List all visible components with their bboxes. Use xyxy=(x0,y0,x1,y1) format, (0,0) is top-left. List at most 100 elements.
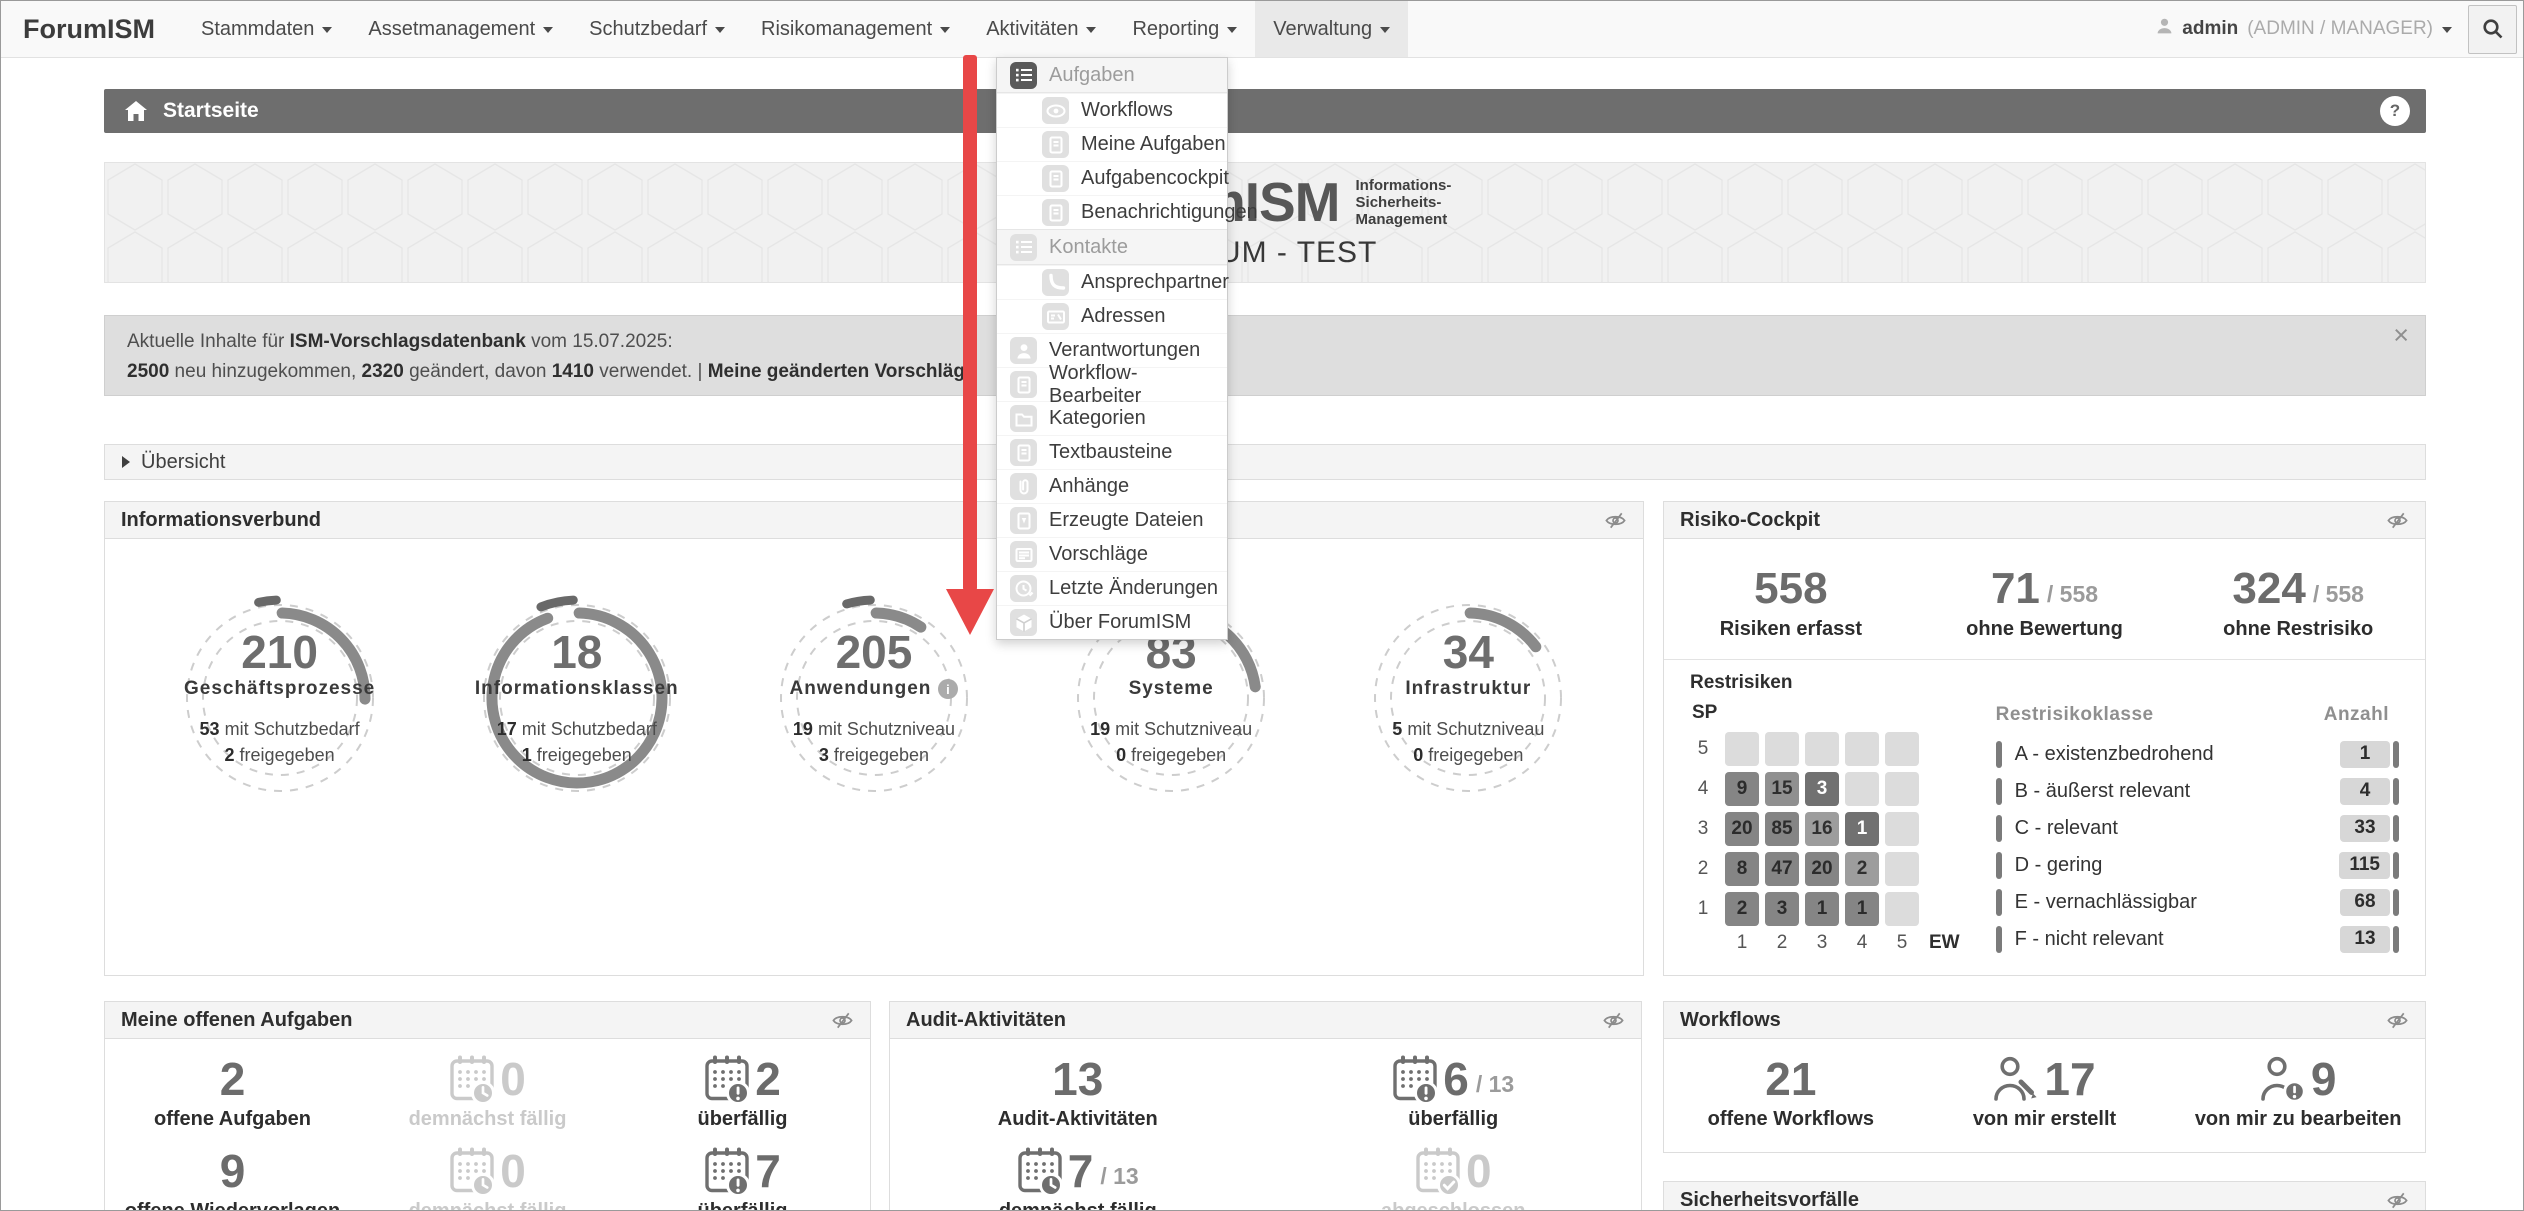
menu-item-textbausteine[interactable]: Textbausteine xyxy=(997,435,1227,469)
class-row-a-existenzbedrohend[interactable]: A - existenzbedrohend 1 xyxy=(1996,740,2399,768)
user-name: admin xyxy=(2182,18,2238,40)
caret-down-icon xyxy=(1086,27,1096,33)
stat-berf-llig: 7 überfällig xyxy=(615,1145,870,1211)
donut-subline: 0 freigegeben xyxy=(1413,742,1523,768)
stat-label: abgeschlossen xyxy=(1381,1200,1526,1211)
panel-title: Sicherheitsvorfälle xyxy=(1680,1189,1859,1211)
notice-line2: 2500 neu hinzugekommen, 2320 geändert, d… xyxy=(127,357,2403,387)
menu-item-ansprechpartner[interactable]: Ansprechpartner xyxy=(997,265,1227,299)
stat-label: demnächst fällig xyxy=(999,1200,1157,1211)
hide-panel-icon[interactable] xyxy=(1602,1009,1625,1032)
menu-item-anh-nge[interactable]: Anhänge xyxy=(997,469,1227,503)
stat-label: offene Workflows xyxy=(1708,1108,1874,1131)
cal-clock-icon xyxy=(449,1146,495,1197)
donut-informationsklassen: 18 Informationsklassen 17 mit Schutzbeda… xyxy=(474,595,680,801)
menu-item-benachrichtigungen[interactable]: Benachrichtigungen xyxy=(997,195,1227,229)
matrix-x-tick: 1 xyxy=(1725,932,1759,954)
audit-stats: 13 Audit-Aktivitäten 6 / 13 überfällig 7… xyxy=(890,1039,1641,1211)
restrisiken-label: Restrisiken xyxy=(1664,660,2425,694)
menu-item-meine-aufgaben[interactable]: Meine Aufgaben xyxy=(997,127,1227,161)
class-row-f-nicht-relevant[interactable]: F - nicht relevant 13 xyxy=(1996,925,2399,953)
risk-stats: 558 Risiken erfasst 71 / 558 ohne Bewert… xyxy=(1664,539,2425,641)
nav-item-label: Reporting xyxy=(1132,18,1219,41)
menu-item-label: Kategorien xyxy=(1049,407,1146,430)
row-cap xyxy=(1996,815,2002,842)
close-icon[interactable]: × xyxy=(2393,320,2409,350)
risk-matrix-cell xyxy=(1845,772,1879,806)
menu-item-letzte-nderungen[interactable]: Letzte Änderungen xyxy=(997,571,1227,605)
menu-item-adressen[interactable]: Adressen xyxy=(997,299,1227,333)
brand-logo[interactable]: ForumISM xyxy=(1,14,183,45)
hide-panel-icon[interactable] xyxy=(1604,509,1627,532)
menu-item-workflows[interactable]: Workflows xyxy=(997,93,1227,127)
risk-matrix-cell xyxy=(1885,892,1919,926)
help-button[interactable]: ? xyxy=(2380,96,2410,126)
class-label: D - gering xyxy=(2015,854,2103,877)
menu-section-kontakte: Kontakte xyxy=(997,229,1227,265)
donut-label: Systeme xyxy=(1129,678,1214,700)
eye-slash-icon xyxy=(831,1009,854,1032)
info-icon[interactable]: i xyxy=(938,679,958,699)
nav-item-schutzbedarf[interactable]: Schutzbedarf xyxy=(571,1,743,57)
hide-panel-icon[interactable] xyxy=(2386,509,2409,532)
verwaltung-dropdown-menu: Aufgaben Workflows Meine Aufgaben Aufgab… xyxy=(996,57,1228,640)
donut-value: 205 xyxy=(836,628,913,676)
cal-alert-icon xyxy=(1392,1054,1438,1105)
nav-item-reporting[interactable]: Reporting xyxy=(1114,1,1255,57)
person-icon xyxy=(1010,337,1037,364)
risk-matrix-cell: 3 xyxy=(1805,772,1839,806)
menu-item-vorschl-ge[interactable]: Vorschläge xyxy=(997,537,1227,571)
risk-matrix-cell: 2 xyxy=(1725,892,1759,926)
search-button[interactable] xyxy=(2468,5,2517,54)
donut-gesch-ftsprozesse: 210 Geschäftsprozesse 53 mit Schutzbedar… xyxy=(177,595,383,801)
stat-label: überfällig xyxy=(1408,1108,1498,1131)
class-row-b-u-erst-relevant[interactable]: B - äußerst relevant 4 xyxy=(1996,777,2399,805)
stat-value: 21 xyxy=(1765,1053,1816,1105)
donut-subline: 19 mit Schutzniveau xyxy=(793,716,955,742)
hide-panel-icon[interactable] xyxy=(831,1009,854,1032)
document-icon xyxy=(1010,439,1037,466)
restrisikoklasse-table: Restrisikoklasse Anzahl A - existenzbedr… xyxy=(1996,700,2399,962)
menu-item-workflow-bearbeiter[interactable]: Workflow-Bearbeiter xyxy=(997,367,1227,401)
topbar-right: admin (ADMIN / MANAGER) xyxy=(2156,5,2523,54)
nav-item-aktivit-ten[interactable]: Aktivitäten xyxy=(968,1,1114,57)
menu-item-aufgabencockpit[interactable]: Aufgabencockpit xyxy=(997,161,1227,195)
class-row-d-gering[interactable]: D - gering 115 xyxy=(1996,851,2399,879)
home-icon[interactable] xyxy=(124,100,148,122)
donut-label: Informationsklassen xyxy=(475,678,679,700)
menu-item-label: Workflows xyxy=(1081,99,1173,122)
hide-panel-icon[interactable] xyxy=(2386,1189,2409,1211)
class-row-c-relevant[interactable]: C - relevant 33 xyxy=(1996,814,2399,842)
stat-label: demnächst fällig xyxy=(409,1200,567,1211)
nav-item-risikomanagement[interactable]: Risikomanagement xyxy=(743,1,968,57)
nav-item-verwaltung[interactable]: Verwaltung xyxy=(1255,1,1408,57)
class-count-badge: 68 xyxy=(2340,889,2390,916)
stat-total: / 13 xyxy=(1100,1163,1138,1190)
hide-panel-icon[interactable] xyxy=(2386,1009,2409,1032)
class-row-e-vernachl-ssigbar[interactable]: E - vernachlässigbar 68 xyxy=(1996,888,2399,916)
eye-slash-icon xyxy=(1604,509,1627,532)
donut-label: Anwendungeni xyxy=(790,678,959,700)
nav-item-stammdaten[interactable]: Stammdaten xyxy=(183,1,350,57)
row-cap xyxy=(1996,852,2002,879)
donut-value: 210 xyxy=(241,628,318,676)
caret-down-icon xyxy=(940,27,950,33)
matrix-x-tick: 2 xyxy=(1765,932,1799,954)
nav-item-assetmanagement[interactable]: Assetmanagement xyxy=(350,1,571,57)
stat-value: 7 xyxy=(1068,1145,1094,1197)
menu-item-label: Ansprechpartner xyxy=(1081,271,1229,294)
eye-slash-icon xyxy=(2386,1189,2409,1211)
phone-icon xyxy=(1042,269,1069,296)
risk-matrix-cell: 85 xyxy=(1765,812,1799,846)
caret-down-icon xyxy=(2442,27,2452,33)
risk-matrix-cell: 2 xyxy=(1845,852,1879,886)
uebersicht-toggle[interactable]: Übersicht xyxy=(104,444,2426,480)
eye-slash-icon xyxy=(1602,1009,1625,1032)
menu-item-erzeugte-dateien[interactable]: Erzeugte Dateien xyxy=(997,503,1227,537)
user-menu[interactable]: admin (ADMIN / MANAGER) xyxy=(2156,17,2452,41)
risk-matrix-cell: 1 xyxy=(1805,892,1839,926)
menu-item-ber-forumism[interactable]: Über ForumISM xyxy=(997,605,1227,639)
class-label: E - vernachlässigbar xyxy=(2015,891,2197,914)
stat-audit-aktivit-ten: 13 Audit-Aktivitäten xyxy=(890,1053,1266,1131)
rows-icon xyxy=(1010,541,1037,568)
